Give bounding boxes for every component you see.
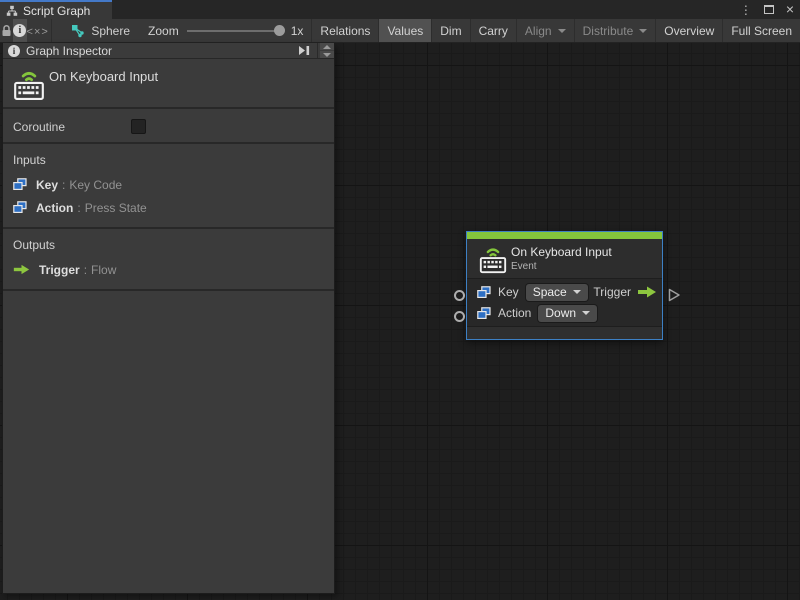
coroutine-row: Coroutine — [3, 109, 334, 144]
flow-arrow-icon — [638, 286, 656, 298]
port-type: Flow — [91, 262, 117, 277]
relations-button[interactable]: Relations — [311, 19, 378, 42]
outputs-section-title: Outputs — [13, 238, 56, 252]
value-port-icon — [13, 178, 27, 191]
graph-owner-label: Sphere — [91, 23, 131, 38]
dock-panel-icon[interactable] — [298, 45, 311, 56]
align-dropdown-button[interactable]: Align — [515, 19, 574, 42]
value-port-icon — [13, 201, 27, 214]
inputs-section-title: Inputs — [13, 153, 46, 167]
toolbar-separator — [50, 19, 52, 42]
scroll-down-button[interactable] — [320, 51, 334, 58]
graph-breadcrumb[interactable]: Sphere — [53, 19, 140, 42]
info-icon — [8, 44, 20, 57]
trigger-port-label: Trigger — [593, 285, 631, 299]
key-port-label: Key — [498, 285, 519, 299]
triangle-down-icon — [323, 52, 331, 57]
value-port-icon — [477, 285, 491, 298]
scroll-up-button[interactable] — [320, 43, 334, 50]
input-row-action: Action : Press State — [3, 196, 334, 219]
distribute-dropdown-button[interactable]: Distribute — [573, 19, 656, 42]
code-preview-button[interactable] — [27, 19, 49, 42]
coroutine-label: Coroutine — [13, 120, 66, 134]
overview-button[interactable]: Overview — [655, 19, 722, 42]
output-row-trigger: Trigger : Flow — [3, 258, 334, 281]
values-button[interactable]: Values — [378, 19, 432, 42]
node-on-keyboard-input[interactable]: On Keyboard Input Event Key Space Trigge… — [466, 231, 663, 340]
action-port-label: Action — [498, 306, 532, 320]
tab-label: Script Graph — [23, 3, 91, 18]
lock-button[interactable] — [0, 19, 13, 42]
node-title: On Keyboard Input — [511, 245, 612, 259]
inspector-toggle-button[interactable] — [13, 19, 27, 42]
graph-inspector-title: Graph Inspector — [26, 43, 113, 58]
node-footer — [467, 326, 662, 339]
key-input-port-socket[interactable] — [454, 290, 465, 301]
chevron-down-icon — [557, 28, 566, 33]
keyboard-event-icon — [479, 248, 507, 274]
zoom-label: Zoom — [148, 23, 179, 38]
port-separator: : — [62, 177, 66, 192]
panel-scroll-arrows — [317, 43, 334, 58]
close-icon[interactable] — [786, 3, 794, 17]
script-graph-window: Script Graph ⋮ × i <×> Sphere Zoom 1x Re… — [0, 0, 800, 600]
chevron-down-icon — [572, 290, 581, 294]
node-event-colorbar — [467, 232, 662, 239]
trigger-output-port-socket[interactable] — [668, 288, 681, 302]
title-bar: Script Graph — [0, 0, 800, 19]
more-options-icon[interactable] — [740, 3, 752, 17]
port-name: Action — [36, 200, 74, 215]
inputs-section: Inputs Key : Key Code Action : Press Sta… — [3, 144, 334, 229]
chevron-down-icon — [639, 28, 648, 33]
dim-button[interactable]: Dim — [431, 19, 469, 42]
zoom-slider[interactable] — [186, 24, 285, 36]
chevron-down-icon — [582, 311, 591, 315]
action-value-dropdown[interactable]: Down — [538, 304, 598, 322]
maximize-icon[interactable] — [763, 5, 774, 14]
value-port-icon — [477, 306, 491, 319]
outputs-section: Outputs Trigger : Flow — [3, 229, 334, 291]
key-value-dropdown[interactable]: Space — [525, 283, 588, 301]
lock-icon — [2, 24, 11, 36]
port-name: Trigger — [39, 262, 80, 277]
port-separator: : — [83, 262, 88, 277]
node-subtitle: Event — [511, 261, 537, 272]
flow-arrow-icon — [13, 264, 30, 275]
code-icon — [27, 24, 49, 38]
port-separator: : — [77, 200, 81, 215]
action-input-port-socket[interactable] — [454, 311, 465, 322]
window-controls — [740, 0, 794, 19]
graph-toolbar: Sphere Zoom 1x Relations Values Dim Carr… — [0, 19, 800, 43]
carry-button[interactable]: Carry — [469, 19, 516, 42]
triangle-up-icon — [323, 44, 331, 49]
graph-inspector-header: Graph Inspector — [3, 43, 334, 59]
key-port-row: Key Space Trigger — [467, 283, 662, 301]
port-name: Key — [36, 177, 59, 192]
zoom-control: Zoom 1x — [140, 19, 311, 42]
tab-script-graph[interactable]: Script Graph — [0, 0, 112, 19]
zoom-value: 1x — [290, 23, 304, 38]
node-header[interactable]: On Keyboard Input Event — [467, 239, 662, 279]
coroutine-checkbox[interactable] — [131, 119, 146, 134]
zoom-slider-handle[interactable] — [273, 24, 285, 36]
port-type: Key Code — [69, 177, 123, 192]
node-body: Key Space Trigger Action Down — [467, 279, 662, 326]
port-type: Press State — [84, 200, 147, 215]
graph-owner-icon — [72, 24, 85, 37]
keyboard-event-icon — [14, 72, 44, 100]
unit-title-section: On Keyboard Input — [3, 59, 334, 109]
graph-inspector-panel: Graph Inspector On Keybo — [2, 43, 335, 594]
trigger-port[interactable]: Trigger — [593, 283, 657, 301]
input-row-key: Key : Key Code — [3, 173, 334, 196]
full-screen-button[interactable]: Full Screen — [722, 19, 800, 42]
info-icon — [13, 24, 27, 37]
graph-hierarchy-icon — [6, 5, 18, 16]
action-port-row: Action Down — [467, 304, 662, 322]
unit-title: On Keyboard Input — [49, 69, 159, 84]
